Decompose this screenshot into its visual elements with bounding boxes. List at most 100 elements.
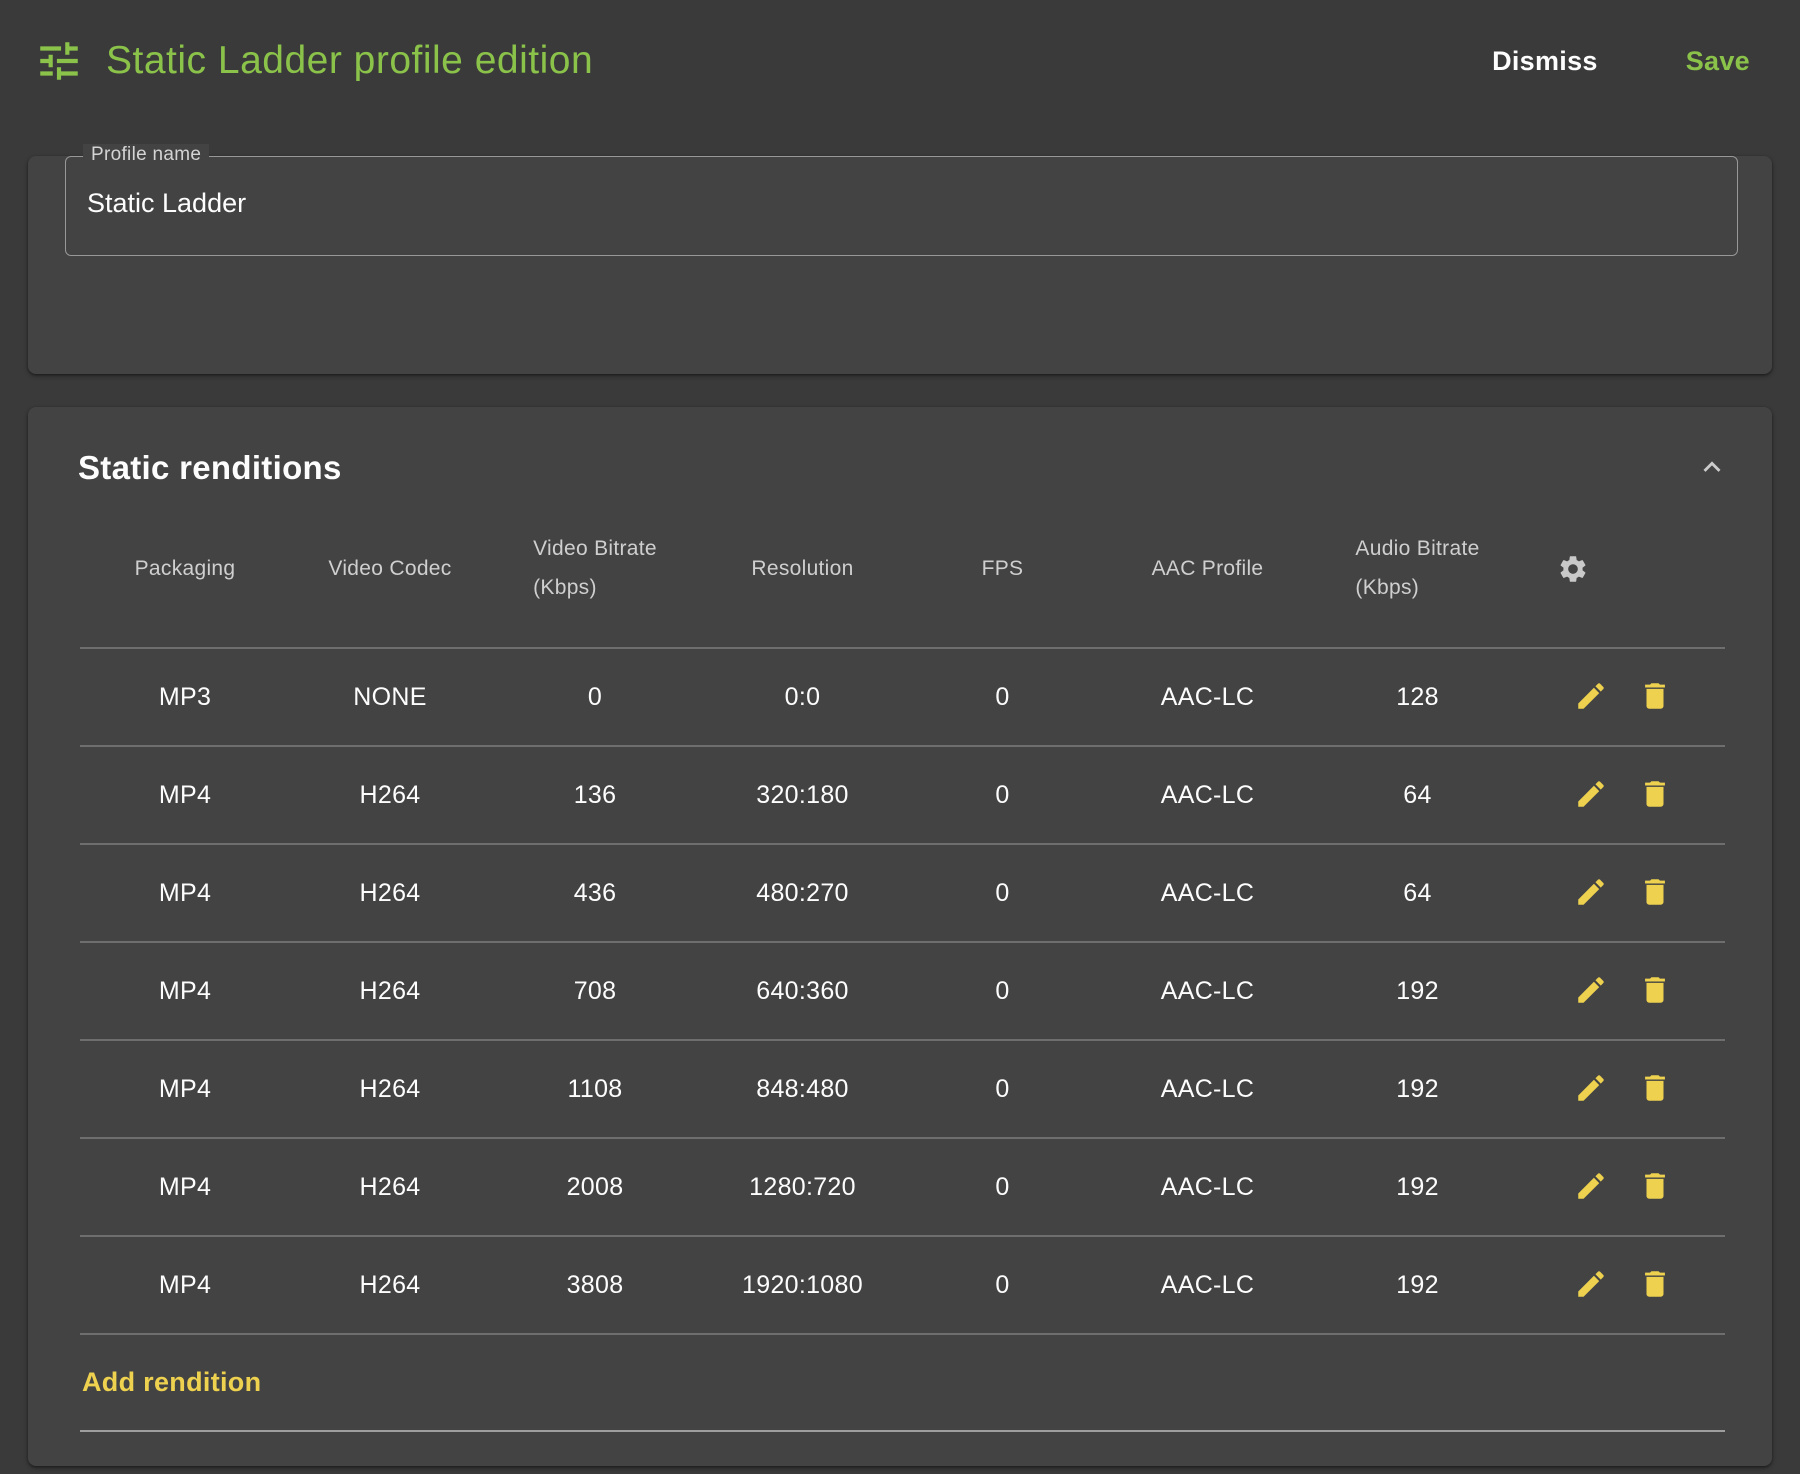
settings-icon[interactable] bbox=[1557, 557, 1589, 580]
delete-rendition-button[interactable] bbox=[1637, 875, 1673, 911]
delete-icon bbox=[1638, 799, 1672, 814]
tune-icon bbox=[34, 36, 84, 86]
column-header-aac-profile: AAC Profile bbox=[1100, 557, 1315, 581]
cell-actions bbox=[1520, 973, 1725, 1009]
profile-name-card: Profile name bbox=[28, 156, 1772, 374]
page-title: Static Ladder profile edition bbox=[106, 39, 593, 83]
static-renditions-card: Static renditions Packaging Video Codec … bbox=[28, 407, 1772, 1466]
cell-audio-bitrate: 128 bbox=[1315, 683, 1520, 712]
add-rendition-button[interactable]: Add rendition bbox=[82, 1367, 261, 1398]
cell-aac-profile: AAC-LC bbox=[1100, 683, 1315, 712]
cell-video-codec: H264 bbox=[290, 781, 490, 810]
profile-name-input[interactable] bbox=[66, 157, 1737, 255]
cell-resolution: 640:360 bbox=[700, 977, 905, 1006]
cell-packaging: MP4 bbox=[80, 1075, 290, 1104]
column-header-actions bbox=[1520, 553, 1725, 585]
add-rendition-row: Add rendition bbox=[80, 1335, 1725, 1432]
delete-icon bbox=[1638, 701, 1672, 716]
table-row: MP4 H264 136 320:180 0 AAC-LC 64 bbox=[80, 747, 1725, 845]
cell-video-bitrate: 436 bbox=[490, 879, 700, 908]
table-row: MP4 H264 2008 1280:720 0 AAC-LC 192 bbox=[80, 1139, 1725, 1237]
table-row: MP4 H264 436 480:270 0 AAC-LC 64 bbox=[80, 845, 1725, 943]
table-body: MP3 NONE 0 0:0 0 AAC-LC 128 bbox=[80, 649, 1725, 1335]
collapse-section-button[interactable] bbox=[1694, 450, 1730, 486]
cell-video-codec: H264 bbox=[290, 977, 490, 1006]
column-header-video-codec: Video Codec bbox=[290, 557, 490, 581]
cell-video-bitrate: 136 bbox=[490, 781, 700, 810]
edit-icon bbox=[1574, 995, 1608, 1010]
cell-actions bbox=[1520, 875, 1725, 911]
top-bar: Static Ladder profile edition Dismiss Sa… bbox=[0, 0, 1800, 112]
table-row: MP4 H264 708 640:360 0 AAC-LC 192 bbox=[80, 943, 1725, 1041]
cell-fps: 0 bbox=[905, 683, 1100, 712]
profile-name-field: Profile name bbox=[65, 156, 1738, 256]
cell-resolution: 320:180 bbox=[700, 781, 905, 810]
cell-actions bbox=[1520, 1071, 1725, 1107]
delete-icon bbox=[1638, 1191, 1672, 1206]
column-header-audio-bitrate: Audio Bitrate(Kbps) bbox=[1315, 530, 1520, 608]
cell-actions bbox=[1520, 1267, 1725, 1303]
edit-icon bbox=[1574, 897, 1608, 912]
cell-audio-bitrate: 192 bbox=[1315, 1271, 1520, 1300]
column-header-fps: FPS bbox=[905, 557, 1100, 581]
cell-fps: 0 bbox=[905, 879, 1100, 908]
cell-video-codec: H264 bbox=[290, 1173, 490, 1202]
cell-actions bbox=[1520, 777, 1725, 813]
cell-video-codec: NONE bbox=[290, 683, 490, 712]
edit-rendition-button[interactable] bbox=[1573, 1169, 1609, 1205]
cell-actions bbox=[1520, 679, 1725, 715]
cell-packaging: MP4 bbox=[80, 879, 290, 908]
cell-video-codec: H264 bbox=[290, 1271, 490, 1300]
cell-audio-bitrate: 64 bbox=[1315, 781, 1520, 810]
cell-video-bitrate: 0 bbox=[490, 683, 700, 712]
section-title: Static renditions bbox=[78, 449, 342, 487]
cell-packaging: MP4 bbox=[80, 977, 290, 1006]
column-header-resolution: Resolution bbox=[700, 557, 905, 581]
delete-icon bbox=[1638, 1289, 1672, 1304]
cell-aac-profile: AAC-LC bbox=[1100, 879, 1315, 908]
cell-packaging: MP3 bbox=[80, 683, 290, 712]
cell-resolution: 848:480 bbox=[700, 1075, 905, 1104]
table-header-row: Packaging Video Codec Video Bitrate(Kbps… bbox=[80, 491, 1725, 649]
delete-icon bbox=[1638, 995, 1672, 1010]
cell-actions bbox=[1520, 1169, 1725, 1205]
chevron-up-icon bbox=[1695, 472, 1729, 487]
cell-aac-profile: AAC-LC bbox=[1100, 1271, 1315, 1300]
cell-fps: 0 bbox=[905, 1173, 1100, 1202]
table-row: MP4 H264 1108 848:480 0 AAC-LC 192 bbox=[80, 1041, 1725, 1139]
delete-rendition-button[interactable] bbox=[1637, 679, 1673, 715]
edit-rendition-button[interactable] bbox=[1573, 875, 1609, 911]
cell-packaging: MP4 bbox=[80, 1173, 290, 1202]
edit-icon bbox=[1574, 799, 1608, 814]
cell-aac-profile: AAC-LC bbox=[1100, 1173, 1315, 1202]
cell-video-codec: H264 bbox=[290, 879, 490, 908]
cell-audio-bitrate: 64 bbox=[1315, 879, 1520, 908]
cell-video-bitrate: 2008 bbox=[490, 1173, 700, 1202]
edit-icon bbox=[1574, 701, 1608, 716]
static-renditions-header: Static renditions bbox=[28, 407, 1772, 491]
profile-name-label: Profile name bbox=[83, 144, 209, 166]
edit-rendition-button[interactable] bbox=[1573, 777, 1609, 813]
delete-rendition-button[interactable] bbox=[1637, 1267, 1673, 1303]
cell-packaging: MP4 bbox=[80, 1271, 290, 1300]
dismiss-button[interactable]: Dismiss bbox=[1492, 46, 1598, 77]
delete-rendition-button[interactable] bbox=[1637, 1071, 1673, 1107]
delete-icon bbox=[1638, 1093, 1672, 1108]
edit-rendition-button[interactable] bbox=[1573, 973, 1609, 1009]
delete-rendition-button[interactable] bbox=[1637, 1169, 1673, 1205]
save-button[interactable]: Save bbox=[1686, 46, 1750, 77]
edit-rendition-button[interactable] bbox=[1573, 1267, 1609, 1303]
edit-rendition-button[interactable] bbox=[1573, 679, 1609, 715]
cell-audio-bitrate: 192 bbox=[1315, 977, 1520, 1006]
column-header-video-bitrate: Video Bitrate(Kbps) bbox=[490, 530, 700, 608]
cell-fps: 0 bbox=[905, 1271, 1100, 1300]
cell-video-bitrate: 708 bbox=[490, 977, 700, 1006]
cell-audio-bitrate: 192 bbox=[1315, 1075, 1520, 1104]
table-row: MP3 NONE 0 0:0 0 AAC-LC 128 bbox=[80, 649, 1725, 747]
table-row: MP4 H264 3808 1920:1080 0 AAC-LC 192 bbox=[80, 1237, 1725, 1335]
top-bar-actions: Dismiss Save bbox=[1492, 46, 1750, 77]
edit-rendition-button[interactable] bbox=[1573, 1071, 1609, 1107]
delete-rendition-button[interactable] bbox=[1637, 973, 1673, 1009]
delete-rendition-button[interactable] bbox=[1637, 777, 1673, 813]
cell-aac-profile: AAC-LC bbox=[1100, 977, 1315, 1006]
